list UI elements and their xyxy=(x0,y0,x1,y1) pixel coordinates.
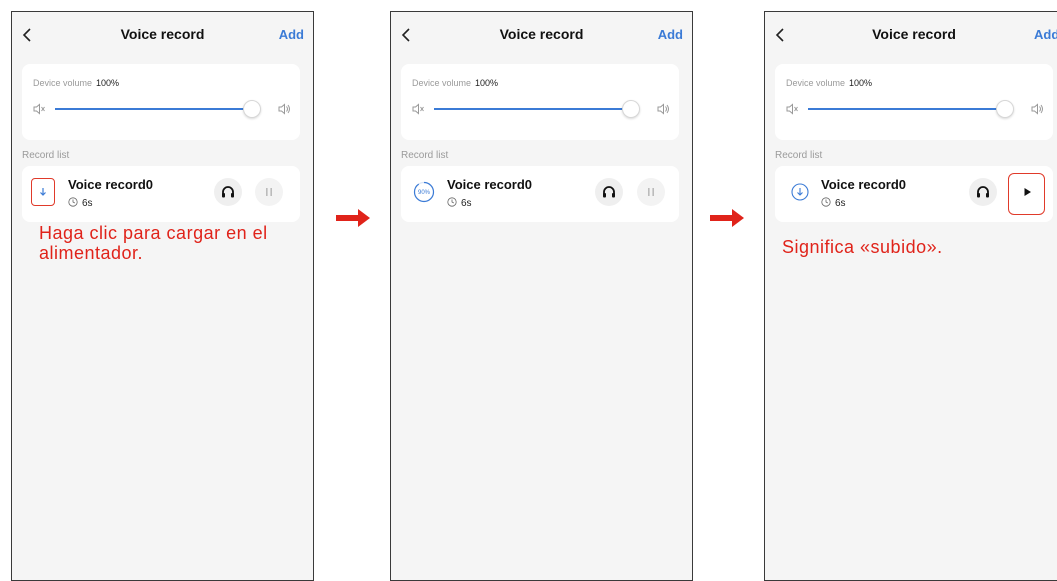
record-list-label: Record list xyxy=(401,150,449,161)
headphones-icon xyxy=(222,186,234,198)
page-title: Voice record xyxy=(499,26,584,42)
add-button[interactable]: Add xyxy=(1034,27,1057,42)
volume-mute-icon[interactable] xyxy=(785,102,799,116)
record-name: Voice record0 xyxy=(68,177,154,192)
volume-up-icon[interactable] xyxy=(277,102,291,116)
pause-icon xyxy=(266,188,272,196)
record-duration-text: 6s xyxy=(82,198,93,209)
listen-button[interactable] xyxy=(214,178,242,206)
download-icon[interactable] xyxy=(791,183,809,201)
clock-icon xyxy=(821,197,831,207)
clock-icon xyxy=(447,197,457,207)
volume-label: Device volume 100% xyxy=(412,78,498,88)
add-button[interactable]: Add xyxy=(279,27,304,42)
record-duration-text: 6s xyxy=(835,198,846,209)
phone-screen-1: Voice record Add Device volume 100% Recor… xyxy=(11,11,314,581)
pause-button[interactable] xyxy=(255,178,283,206)
annotation-uploaded-meaning: Significa «subido». xyxy=(782,237,943,257)
listen-button[interactable] xyxy=(595,178,623,206)
pause-button[interactable] xyxy=(637,178,665,206)
volume-mute-icon[interactable] xyxy=(411,102,425,116)
arrow-right-icon xyxy=(336,209,370,227)
volume-slider-knob[interactable] xyxy=(996,100,1014,118)
record-item[interactable]: Voice record0 6s xyxy=(775,166,1053,222)
record-list-label: Record list xyxy=(22,150,70,161)
volume-slider-knob[interactable] xyxy=(243,100,261,118)
volume-up-icon[interactable] xyxy=(1030,102,1044,116)
page-title: Voice record xyxy=(120,26,205,42)
header: Voice record Add xyxy=(391,12,692,58)
record-name: Voice record0 xyxy=(447,177,533,192)
volume-slider-track[interactable] xyxy=(808,108,998,110)
header: Voice record Add xyxy=(765,12,1057,58)
volume-slider-knob[interactable] xyxy=(622,100,640,118)
download-highlight-box xyxy=(31,178,55,206)
header: Voice record Add xyxy=(12,12,313,58)
volume-card: Device volume 100% xyxy=(775,64,1053,140)
volume-value: 100% xyxy=(96,78,120,88)
record-name: Voice record0 xyxy=(821,177,907,192)
pause-icon xyxy=(648,188,654,196)
upload-progress-text: 90% xyxy=(418,190,431,196)
volume-label-text: Device volume xyxy=(33,78,93,88)
volume-label: Device volume 100% xyxy=(786,78,872,88)
volume-card: Device volume 100% xyxy=(401,64,679,140)
clock-icon xyxy=(68,197,78,207)
headphones-icon xyxy=(603,186,615,198)
record-item[interactable]: Voice record0 6s xyxy=(22,166,300,222)
headphones-icon xyxy=(977,186,989,198)
play-highlight-box xyxy=(1008,173,1045,215)
upload-progress-icon: 90% xyxy=(413,181,435,203)
record-list-label: Record list xyxy=(775,150,823,161)
phone-screen-2: Voice record Add Device volume 100% Recor… xyxy=(390,11,693,581)
record-duration: 6s xyxy=(821,197,846,209)
page-title: Voice record xyxy=(872,26,956,42)
volume-value: 100% xyxy=(475,78,499,88)
volume-up-icon[interactable] xyxy=(656,102,670,116)
record-duration: 6s xyxy=(447,197,472,209)
phone-screen-3: Voice record Add Device volume 100% Recor… xyxy=(764,11,1057,581)
volume-slider-track[interactable] xyxy=(55,108,245,110)
add-button[interactable]: Add xyxy=(658,27,683,42)
arrow-right-icon xyxy=(710,209,744,227)
volume-card: Device volume 100% xyxy=(22,64,300,140)
volume-label-text: Device volume xyxy=(412,78,472,88)
volume-value: 100% xyxy=(849,78,873,88)
record-item[interactable]: 90% Voice record0 6s xyxy=(401,166,679,222)
volume-slider-track[interactable] xyxy=(434,108,624,110)
record-duration: 6s xyxy=(68,197,93,209)
volume-mute-icon[interactable] xyxy=(32,102,46,116)
volume-label: Device volume 100% xyxy=(33,78,119,88)
listen-button[interactable] xyxy=(969,178,997,206)
annotation-upload-hint: Haga clic para cargar en el alimentador. xyxy=(39,223,268,263)
volume-label-text: Device volume xyxy=(786,78,846,88)
record-duration-text: 6s xyxy=(461,198,472,209)
